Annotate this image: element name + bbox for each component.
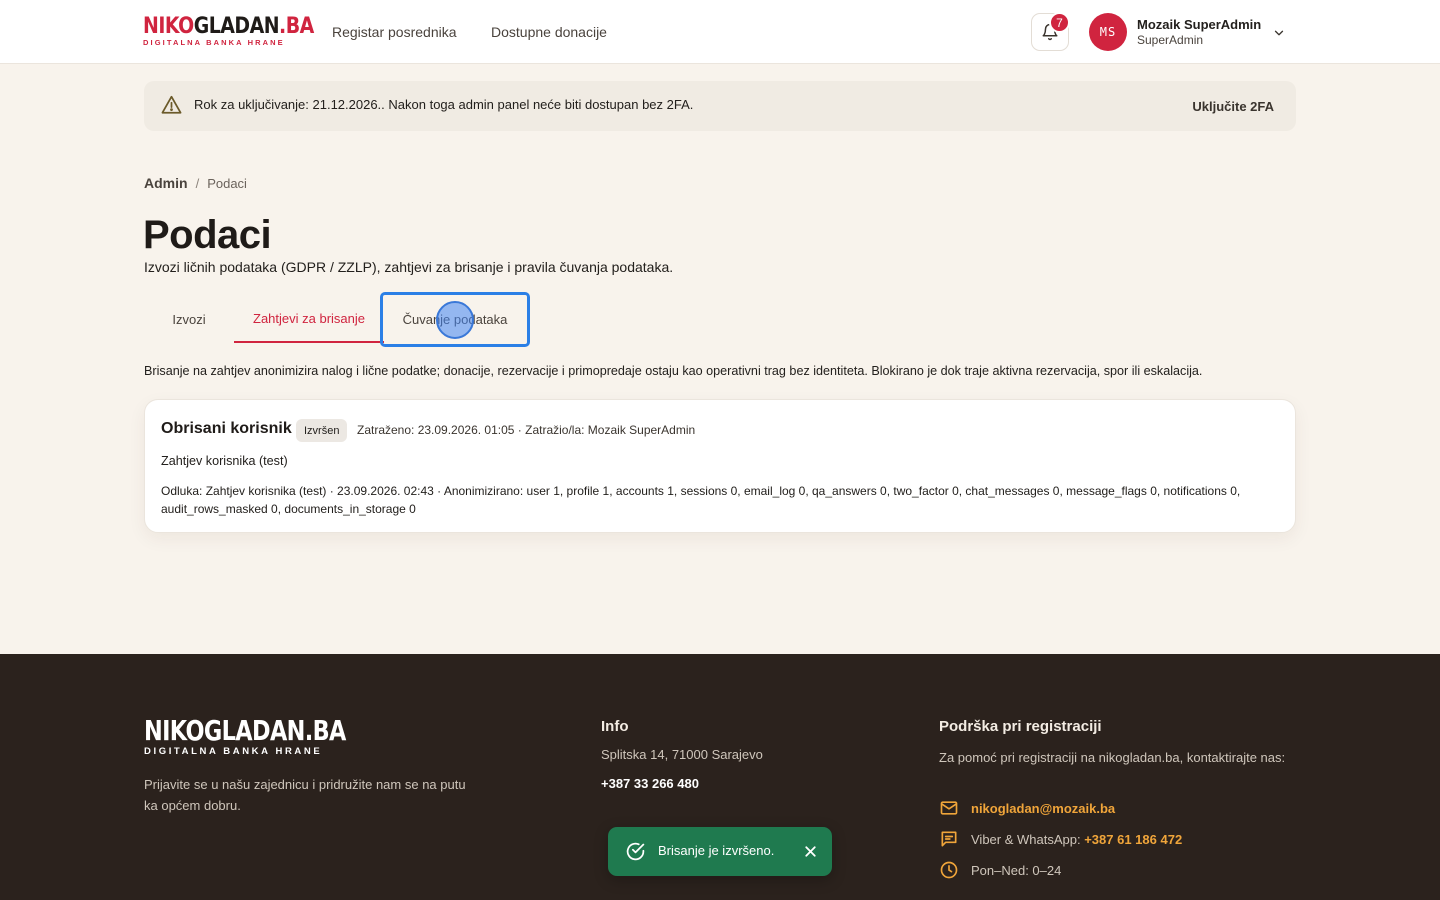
site-logo[interactable]: NIKOGLADAN.BA DIGITALNA BANKA HRANE [143,16,342,47]
status-badge: Izvršen [296,419,348,442]
chat-icon [941,831,957,847]
user-name[interactable]: Mozaik SuperAdmin [1137,17,1261,32]
clock-icon [940,861,958,879]
footer-logo[interactable]: NIKOGLADAN.BA DIGITALNA BANKA HRANE [144,717,396,757]
user-avatar[interactable]: MS [1089,13,1127,51]
deletion-description: Brisanje na zahtjev anonimizira nalog i … [144,364,1203,378]
footer-tagline: Prijavite se u našu zajednicu i pridruži… [144,777,466,813]
footer-support-text: Za pomoć pri registraciji na nikogladan.… [939,750,1286,765]
tab-zahtjevi-za-brisanje[interactable]: Zahtjevi za brisanje [234,296,384,343]
logo-subtitle: DIGITALNA BANKA HRANE [143,38,285,47]
page-title: Podaci [143,213,272,257]
logo-wordmark: NIKOGLADAN.BA [143,14,314,39]
footer-logo-subtitle: DIGITALNA BANKA HRANE [144,746,323,757]
nav-registar-posrednika[interactable]: Registar posrednika [332,24,457,40]
check-circle-icon [626,842,645,861]
breadcrumb: Admin / Podaci [144,175,247,191]
footer-viber-number[interactable]: +387 61 186 472 [1084,832,1182,847]
breadcrumb-separator: / [195,176,200,191]
tab-cuvanje-podataka[interactable]: Čuvanje podataka [384,296,526,343]
breadcrumb-current: Podaci [207,176,247,191]
breadcrumb-admin-link[interactable]: Admin [144,175,188,191]
footer-logo-wordmark: NIKOGLADAN.BA [144,714,346,747]
footer-phone[interactable]: +387 33 266 480 [601,776,699,791]
footer-info-title: Info [601,718,629,735]
warning-icon [161,95,182,114]
chevron-down-icon[interactable] [1272,26,1286,40]
footer-hours-row: Pon–Ned: 0–24 [939,860,1061,880]
deletion-request-card: Obrisani korisnik Izvršen Zatraženo: 23.… [144,399,1296,533]
footer-email-row: nikogladan@mozaik.ba [939,798,1115,818]
top-header: NIKOGLADAN.BA DIGITALNA BANKA HRANE Regi… [0,0,1440,64]
footer-viber-label: Viber & WhatsApp: [971,831,1081,847]
close-icon [805,846,816,857]
footer-viber-row: Viber & WhatsApp: +387 61 186 472 [939,829,1182,849]
page-subtitle: Izvozi ličnih podataka (GDPR / ZZLP), za… [144,259,674,275]
user-role: SuperAdmin [1137,33,1204,47]
success-toast: Brisanje je izvršeno. [608,827,832,876]
request-decision: Odluka: Zahtjev korisnika (test) · 23.09… [161,484,1241,516]
alert-message: Rok za uključivanje: 21.12.2026.. Nakon … [194,97,694,112]
footer-email-link[interactable]: nikogladan@mozaik.ba [971,801,1115,816]
toast-message: Brisanje je izvršeno. [658,843,775,858]
enable-2fa-button[interactable]: Uključite 2FA [1192,99,1274,114]
footer-support-title: Podrška pri registraciji [939,718,1102,735]
two-factor-alert: Rok za uključivanje: 21.12.2026.. Nakon … [144,81,1296,131]
tab-izvozi[interactable]: Izvozi [158,296,220,343]
toast-close-button[interactable] [802,843,819,860]
notification-count-badge: 7 [1049,12,1070,33]
footer-hours: Pon–Ned: 0–24 [971,862,1062,878]
footer-address: Splitska 14, 71000 Sarajevo [601,747,763,762]
request-title: Obrisani korisnik [161,420,292,437]
nav-dostupne-donacije[interactable]: Dostupne donacije [491,24,607,40]
mail-icon [940,801,958,815]
request-reason: Zahtjev korisnika (test) [161,454,288,468]
request-meta: Zatraženo: 23.09.2026. 01:05 · Zatražio/… [357,423,696,437]
